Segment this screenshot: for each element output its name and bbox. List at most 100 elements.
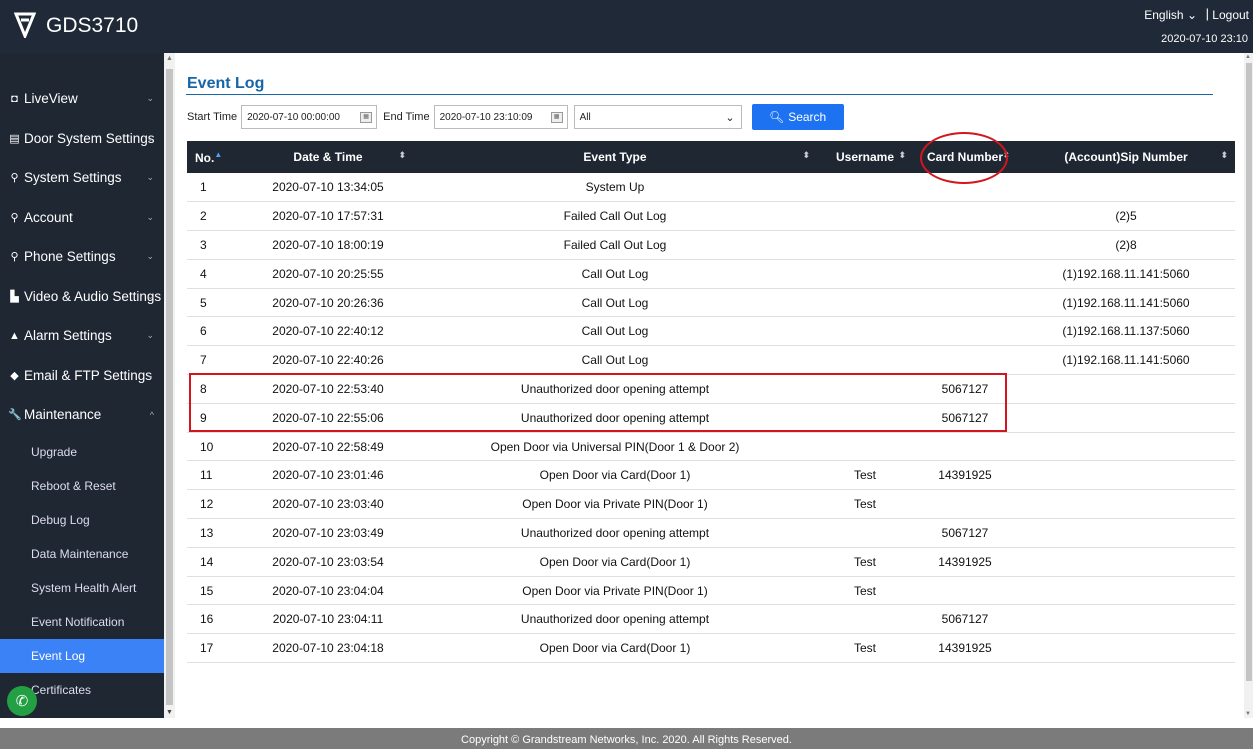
- sidebar-item-door-system-settings[interactable]: ▤ Door System Settings ⌄: [0, 119, 164, 159]
- event-type-value: All: [579, 111, 591, 123]
- scroll-down-icon[interactable]: ▼: [1245, 711, 1251, 717]
- sidebar: ◘ LiveView ⌄ ▤ Door System Settings ⌄ ⚲ System …: [0, 53, 164, 718]
- cell-username: [817, 605, 913, 634]
- sidebar-item-alarm-settings[interactable]: ▲ Alarm Settings ⌄: [0, 316, 164, 356]
- table-row: 7 2020-07-10 22:40:26 Call Out Log (1)192.1…: [187, 346, 1235, 375]
- column-header-username[interactable]: Username ⬍: [817, 141, 913, 173]
- scroll-down-icon[interactable]: ▼: [166, 709, 173, 716]
- column-header-datetime[interactable]: Date & Time ⬍: [243, 141, 413, 173]
- cell-username: [817, 202, 913, 231]
- cell-sip-number: [1017, 375, 1235, 404]
- table-row: 6 2020-07-10 22:40:12 Call Out Log (1)192.1…: [187, 317, 1235, 346]
- sidebar-scrollbar[interactable]: ▲ ▼: [164, 53, 175, 718]
- cell-username: [817, 432, 913, 461]
- chevron-down-icon: ⌄: [146, 211, 154, 222]
- end-time-label: End Time: [383, 111, 430, 123]
- sidebar-subitem-reboot-reset[interactable]: Reboot & Reset: [0, 469, 164, 503]
- table-row: 2 2020-07-10 17:57:31 Failed Call Out Log (…: [187, 202, 1235, 231]
- header-separator: |: [1205, 6, 1209, 21]
- cell-no: 12: [200, 497, 214, 512]
- sidebar-subitem-data-maintenance[interactable]: Data Maintenance: [0, 537, 164, 571]
- cell-event-type: Call Out Log: [581, 266, 649, 281]
- sidebar-item-label: System Settings: [24, 170, 122, 186]
- sidebar-subitem-upgrade[interactable]: Upgrade: [0, 435, 164, 469]
- sidebar-subitem-event-log[interactable]: Event Log: [0, 638, 164, 673]
- scroll-up-icon[interactable]: ▲: [1245, 54, 1251, 60]
- monitor-icon: ◘: [11, 92, 18, 105]
- cell-username: [817, 259, 913, 288]
- column-header-sip-number[interactable]: (Account)Sip Number ⬍: [1017, 141, 1235, 173]
- cell-username: Test: [853, 554, 876, 569]
- phone-call-icon[interactable]: ✆: [7, 686, 37, 716]
- cell-datetime: 2020-07-10 23:03:49: [272, 525, 384, 540]
- cell-event-type: Call Out Log: [581, 353, 649, 368]
- sidebar-item-phone-settings[interactable]: ⚲ Phone Settings ⌄: [0, 237, 164, 277]
- chevron-down-icon: ⌄: [146, 172, 154, 183]
- scroll-up-icon[interactable]: ▲: [166, 55, 173, 62]
- main-scrollbar[interactable]: ▲ ▼: [1244, 53, 1253, 718]
- chevron-down-icon: ⌄: [1186, 8, 1197, 22]
- cell-username: [817, 519, 913, 548]
- cell-sip-number: [1017, 461, 1235, 490]
- cell-username: [817, 231, 913, 260]
- cell-card-number: 5067127: [941, 612, 989, 627]
- cell-sip-number: (2)5: [1115, 209, 1137, 224]
- cell-event-type: Open Door via Card(Door 1): [539, 468, 691, 483]
- cell-no: 5: [200, 295, 207, 310]
- search-button[interactable]: 🔍︎ Search: [751, 104, 844, 130]
- sidebar-item-label: Account: [24, 209, 73, 225]
- sidebar-item-system-settings[interactable]: ⚲ System Settings ⌄: [0, 158, 164, 198]
- event-type-select[interactable]: All ⌄: [573, 105, 742, 129]
- footer-gap: [0, 718, 1253, 728]
- column-header-no[interactable]: No.▲: [187, 141, 243, 173]
- sidebar-item-liveview[interactable]: ◘ LiveView ⌄: [0, 79, 164, 119]
- language-label: English: [1144, 8, 1184, 22]
- cell-sip-number: (1)192.168.11.141:5060: [1062, 266, 1190, 281]
- cell-datetime: 2020-07-10 23:04:11: [272, 612, 384, 627]
- sort-icon: ⬍: [1220, 150, 1228, 160]
- cell-sip-number: (1)192.168.11.137:5060: [1062, 324, 1190, 339]
- cell-event-type: Failed Call Out Log: [563, 237, 667, 252]
- cell-event-type: Open Door via Universal PIN(Door 1 & Doo…: [490, 439, 740, 454]
- cell-event-type: System Up: [585, 180, 645, 195]
- column-header-username-label: Username: [835, 150, 895, 164]
- sidebar-subitem-debug-log[interactable]: Debug Log: [0, 503, 164, 537]
- cell-datetime: 2020-07-10 18:00:19: [272, 237, 384, 252]
- table-header-row: No.▲ Date & Time ⬍ Event Type ⬍ Username ⬍ …: [187, 141, 1235, 173]
- main-scroll-thumb[interactable]: [1246, 63, 1252, 681]
- cell-card-number: [913, 202, 1017, 231]
- sidebar-subitem-system-health-alert[interactable]: System Health Alert: [0, 571, 164, 605]
- start-time-input[interactable]: 2020-07-10 00:00:00 ▦: [241, 105, 378, 129]
- column-header-event-type[interactable]: Event Type ⬍: [413, 141, 817, 173]
- sidebar-item-label: Video & Audio Settings: [24, 288, 162, 304]
- end-time-input[interactable]: 2020-07-10 23:10:09 ▦: [433, 105, 568, 129]
- table-row: 3 2020-07-10 18:00:19 Failed Call Out Log (…: [187, 231, 1235, 260]
- cell-no: 11: [200, 468, 213, 483]
- cell-datetime: 2020-07-10 23:01:46: [272, 468, 384, 483]
- calendar-icon[interactable]: ▦: [550, 112, 563, 123]
- chevron-down-icon: ⌄: [146, 290, 154, 301]
- cell-card-number: [913, 231, 1017, 260]
- sidebar-item-maintenance[interactable]: 🔧 Maintenance ^: [0, 395, 164, 435]
- cell-sip-number: [1017, 173, 1235, 202]
- chevron-down-icon: ⌄: [146, 330, 154, 341]
- cell-no: 10: [200, 439, 214, 454]
- table-row: 12 2020-07-10 23:03:40 Open Door via Priva…: [187, 490, 1235, 519]
- sidebar-item-email-ftp-settings[interactable]: ◆ Email & FTP Settings ⌄: [0, 356, 164, 396]
- system-clock: 2020-07-10 23:10: [1161, 33, 1248, 45]
- search-button-label: Search: [788, 110, 827, 124]
- start-time-label: Start Time: [187, 111, 238, 123]
- cell-datetime: 2020-07-10 22:40:26: [272, 353, 384, 368]
- logout-link[interactable]: Logout: [1212, 8, 1249, 22]
- sidebar-item-video-audio-settings[interactable]: ▙ Video & Audio Settings ⌄: [0, 277, 164, 317]
- cell-username: [817, 288, 913, 317]
- language-select[interactable]: English ⌄: [1144, 8, 1197, 22]
- cell-datetime: 2020-07-10 22:58:49: [272, 439, 384, 454]
- device-model-title: GDS3710: [46, 14, 139, 37]
- sidebar-scroll-thumb[interactable]: [166, 69, 173, 705]
- grandstream-logo-icon: [14, 12, 36, 38]
- calendar-icon[interactable]: ▦: [360, 112, 373, 123]
- sidebar-subitem-event-notification[interactable]: Event Notification: [0, 605, 164, 639]
- cell-datetime: 2020-07-10 23:04:04: [272, 583, 384, 598]
- sidebar-item-account[interactable]: ⚲ Account ⌄: [0, 198, 164, 238]
